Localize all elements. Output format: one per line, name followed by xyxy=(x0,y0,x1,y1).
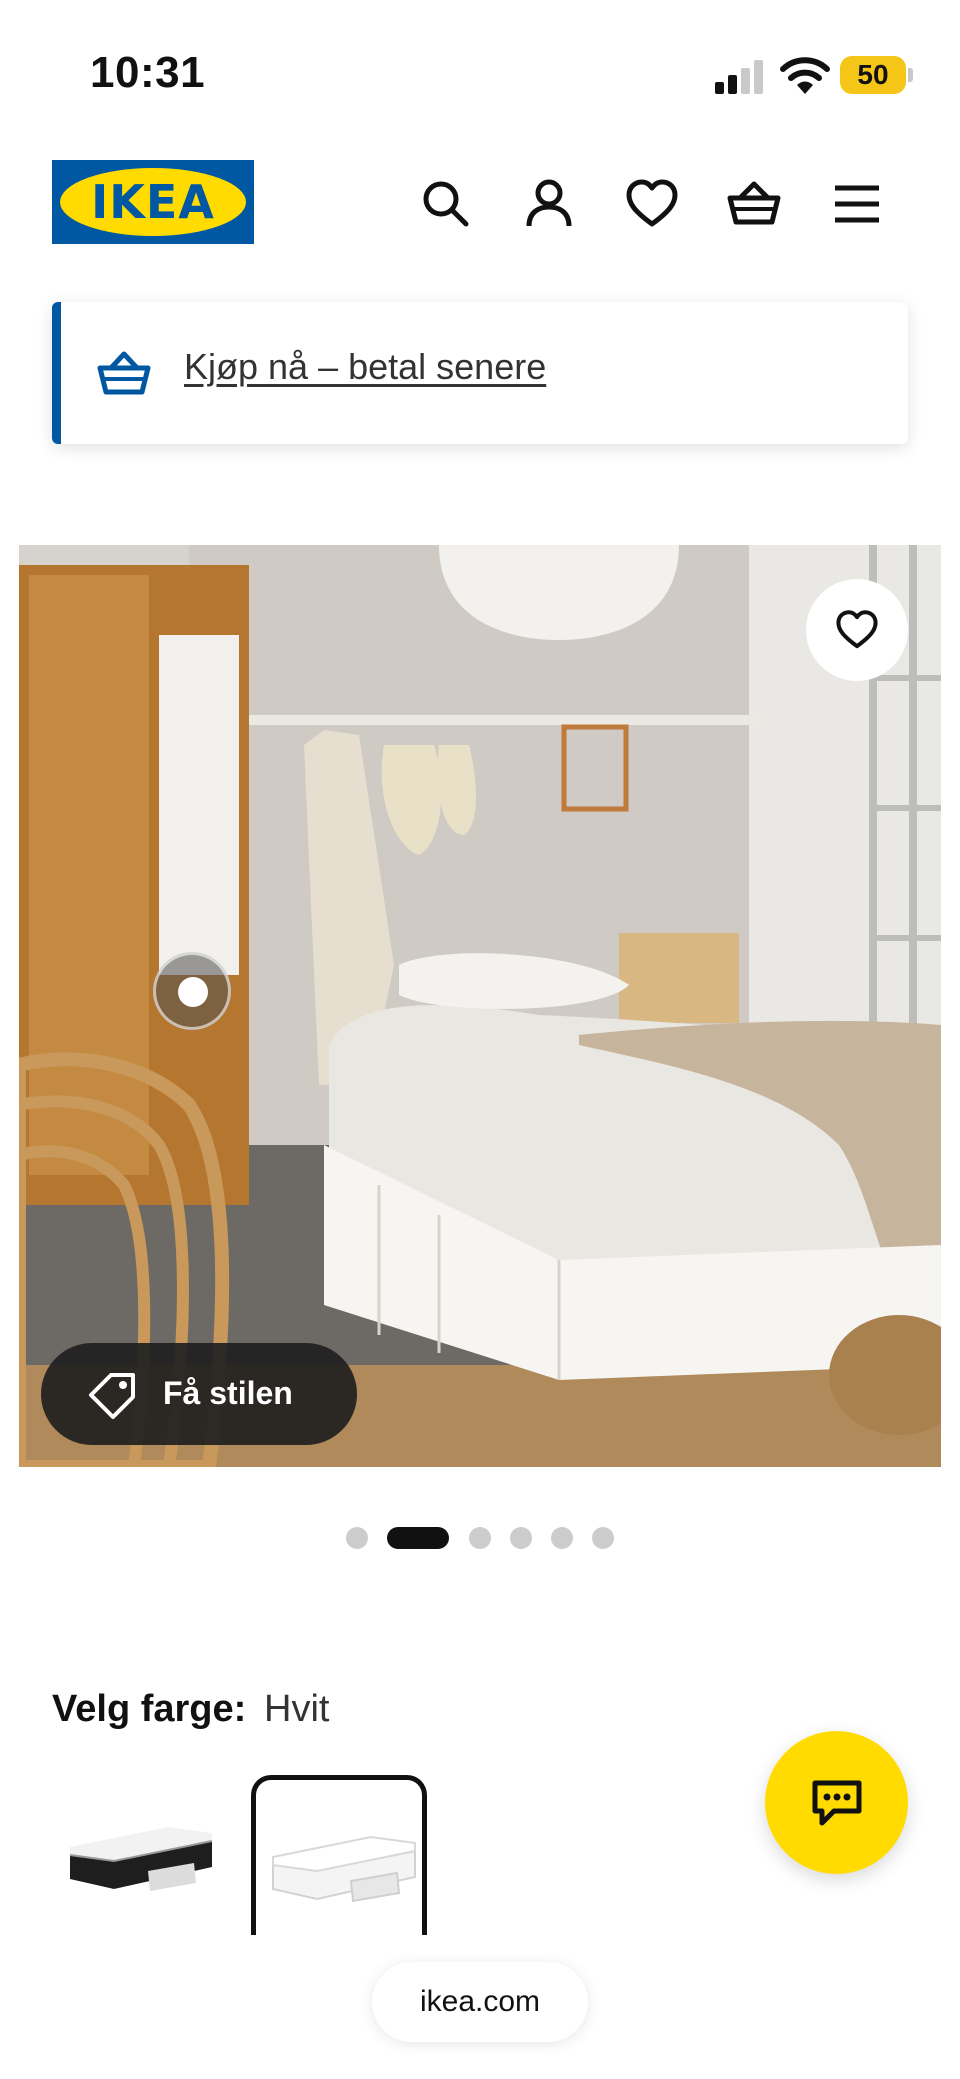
chat-icon xyxy=(812,1780,861,1825)
heart-icon xyxy=(836,610,878,649)
site-header: IKEA xyxy=(0,150,960,260)
wifi-icon xyxy=(780,57,830,94)
menu-icon[interactable] xyxy=(829,176,885,232)
carousel-dot[interactable] xyxy=(592,1527,614,1549)
promo-banner[interactable]: Kjøp nå – betal senere xyxy=(52,302,908,444)
carousel-dot[interactable] xyxy=(346,1527,368,1549)
hotspot-dot xyxy=(178,977,208,1007)
carousel-dot-active[interactable] xyxy=(387,1527,449,1549)
basket-icon[interactable] xyxy=(726,176,782,232)
promo-accent-bar xyxy=(52,302,61,444)
carousel-dot[interactable] xyxy=(551,1527,573,1549)
promo-link[interactable]: Kjøp nå – betal senere xyxy=(184,346,546,388)
heart-icon[interactable] xyxy=(624,176,680,232)
carousel-indicator xyxy=(0,1527,960,1549)
color-swatch-white[interactable] xyxy=(251,1775,427,1935)
white-bed-thumbnail xyxy=(272,1835,416,1903)
basket-icon xyxy=(97,351,151,395)
get-the-style-label: Få stilen xyxy=(163,1375,293,1411)
logo-text: IKEA xyxy=(91,175,215,229)
status-bar: 10:31 50 xyxy=(0,0,960,140)
color-selector-label: Velg farge: xyxy=(52,1688,247,1730)
ikea-logo[interactable]: IKEA xyxy=(52,160,254,244)
chat-button[interactable] xyxy=(765,1731,908,1874)
tag-icon xyxy=(89,1373,135,1419)
battery-tip xyxy=(908,68,913,82)
black-bed-thumbnail xyxy=(69,1827,213,1891)
color-swatch-black[interactable] xyxy=(58,1775,234,1935)
carousel-dot[interactable] xyxy=(469,1527,491,1549)
carousel-dot[interactable] xyxy=(510,1527,532,1549)
search-icon[interactable] xyxy=(418,176,474,232)
browser-url-pill[interactable]: ikea.com xyxy=(372,1962,588,2042)
battery-icon: 50 xyxy=(840,56,906,94)
product-hotspot[interactable] xyxy=(153,952,231,1030)
get-the-style-button[interactable]: Få stilen xyxy=(41,1343,357,1445)
favourite-button[interactable] xyxy=(806,579,908,681)
status-time: 10:31 xyxy=(90,48,206,97)
color-selected-value: Hvit xyxy=(264,1688,330,1730)
cellular-signal-icon xyxy=(715,60,763,94)
account-icon[interactable] xyxy=(521,176,577,232)
